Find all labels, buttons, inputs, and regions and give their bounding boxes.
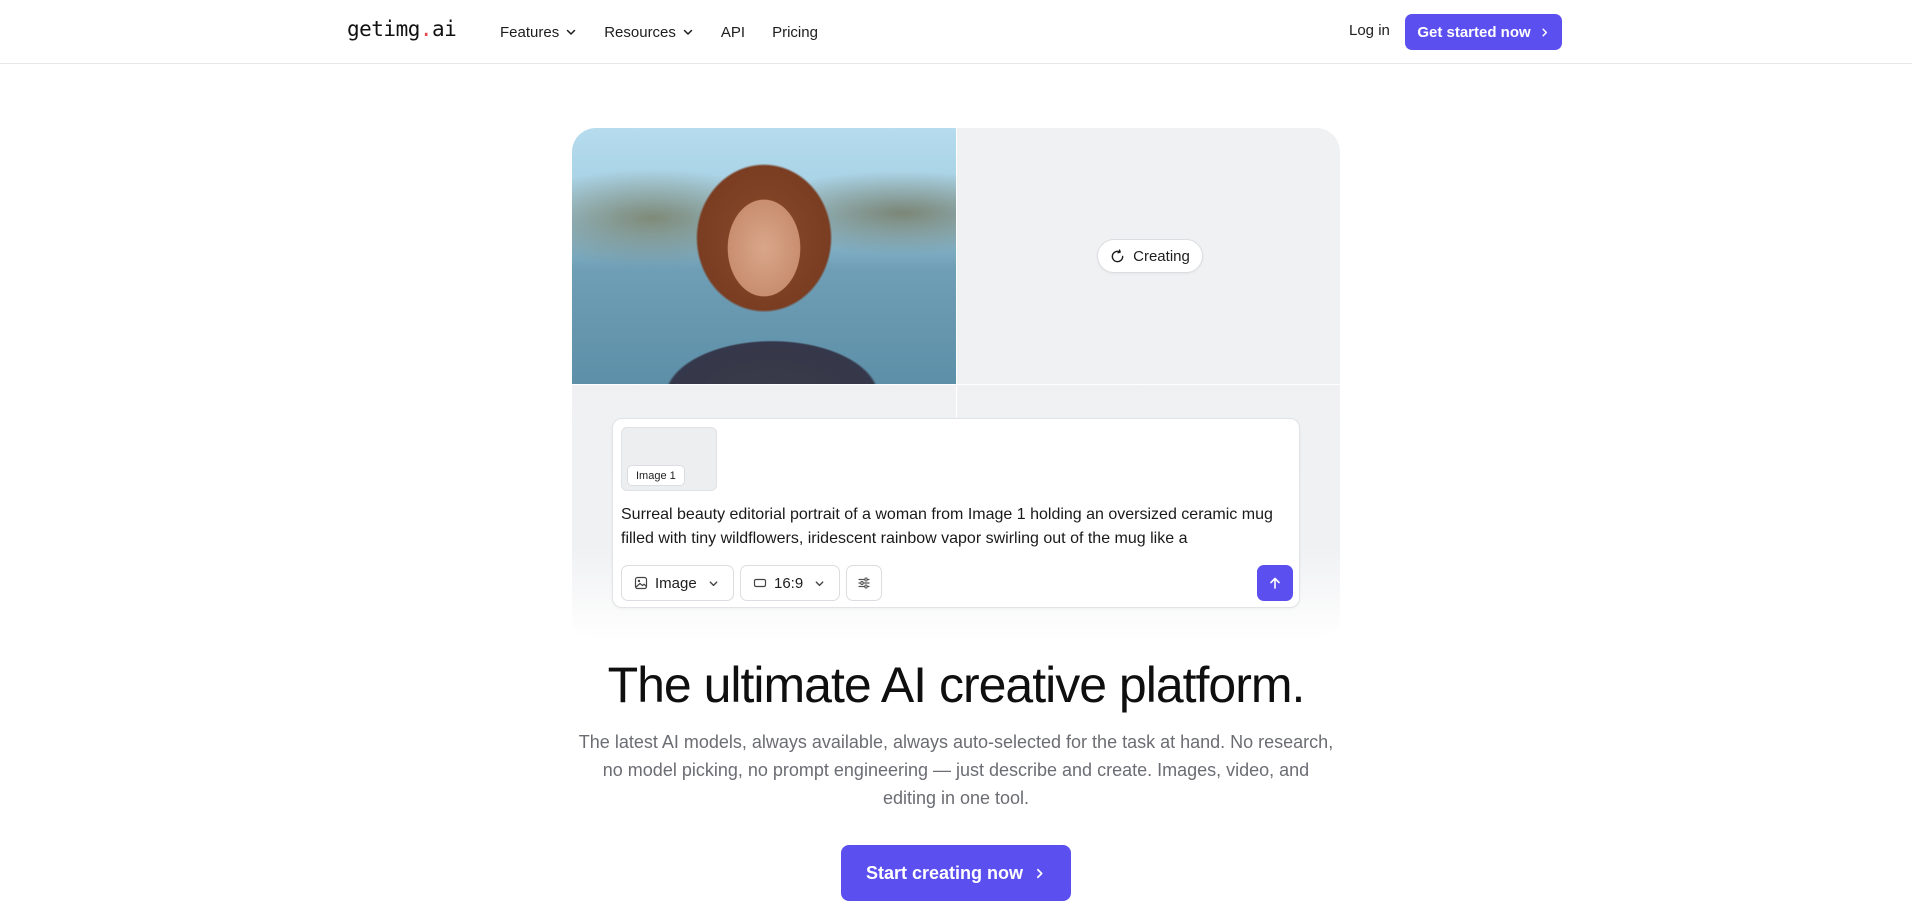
prompt-box: Image 1 Surreal beauty editorial portrai… <box>612 418 1300 608</box>
mode-select[interactable]: Image <box>621 565 734 601</box>
page-subheadline: The latest AI models, always available, … <box>578 732 1334 808</box>
get-started-label: Get started now <box>1417 23 1531 41</box>
logo-text-main: getimg <box>347 17 420 41</box>
nav-item-label: API <box>720 23 746 41</box>
chevron-right-icon <box>1037 868 1043 878</box>
spinner-icon <box>1111 248 1124 262</box>
chevron-down-icon <box>683 29 693 35</box>
page-headline: The ultimate AI creative platform. <box>607 657 1306 713</box>
grid-divider <box>956 128 957 418</box>
aspect-ratio-label: 16:9 <box>774 574 804 592</box>
nav-item-features[interactable]: Features <box>500 24 577 41</box>
settings-button[interactable] <box>846 565 882 601</box>
generated-portrait-image[interactable] <box>572 128 956 384</box>
image-icon <box>634 576 648 590</box>
hero-demo-card: Creating Image 1 Surreal beauty editoria… <box>572 128 1340 640</box>
aspect-ratio-select[interactable]: 16:9 <box>740 565 840 601</box>
creating-status-pill: Creating <box>1097 239 1203 273</box>
chevron-right-icon <box>1542 28 1547 36</box>
start-creating-button[interactable]: Start creating now <box>841 845 1071 901</box>
arrow-up-icon <box>1270 577 1280 589</box>
sliders-icon <box>858 577 870 589</box>
chevron-down-icon <box>815 580 824 586</box>
start-creating-label: Start creating now <box>865 862 1024 883</box>
login-link[interactable]: Log in <box>1349 22 1390 39</box>
logo[interactable]: getimg.ai <box>347 17 457 41</box>
chevron-down-icon <box>566 29 576 35</box>
nav-item-resources[interactable]: Resources <box>604 24 694 41</box>
creating-status-label: Creating <box>1133 247 1190 265</box>
reference-image-thumbnail[interactable]: Image 1 <box>621 427 717 491</box>
logo-dot: . <box>419 17 433 41</box>
nav-item-api[interactable]: API <box>721 24 745 41</box>
get-started-button[interactable]: Get started now <box>1405 14 1562 50</box>
nav-item-label: Resources <box>604 23 676 41</box>
prompt-input[interactable]: Surreal beauty editorial portrait of a w… <box>621 503 1291 551</box>
submit-prompt-button[interactable] <box>1257 565 1293 601</box>
nav-item-pricing[interactable]: Pricing <box>772 24 818 41</box>
chevron-down-icon <box>709 580 718 586</box>
nav-item-label: Pricing <box>772 23 818 41</box>
nav-item-label: Features <box>500 23 560 41</box>
reference-image-label: Image 1 <box>627 465 685 486</box>
site-header: getimg.ai Features Resources API Pricing… <box>0 0 1912 64</box>
main-nav: Features Resources API Pricing <box>500 0 845 64</box>
mode-select-label: Image <box>655 574 697 592</box>
aspect-ratio-icon <box>753 578 767 588</box>
logo-text-suffix: ai <box>432 17 457 41</box>
